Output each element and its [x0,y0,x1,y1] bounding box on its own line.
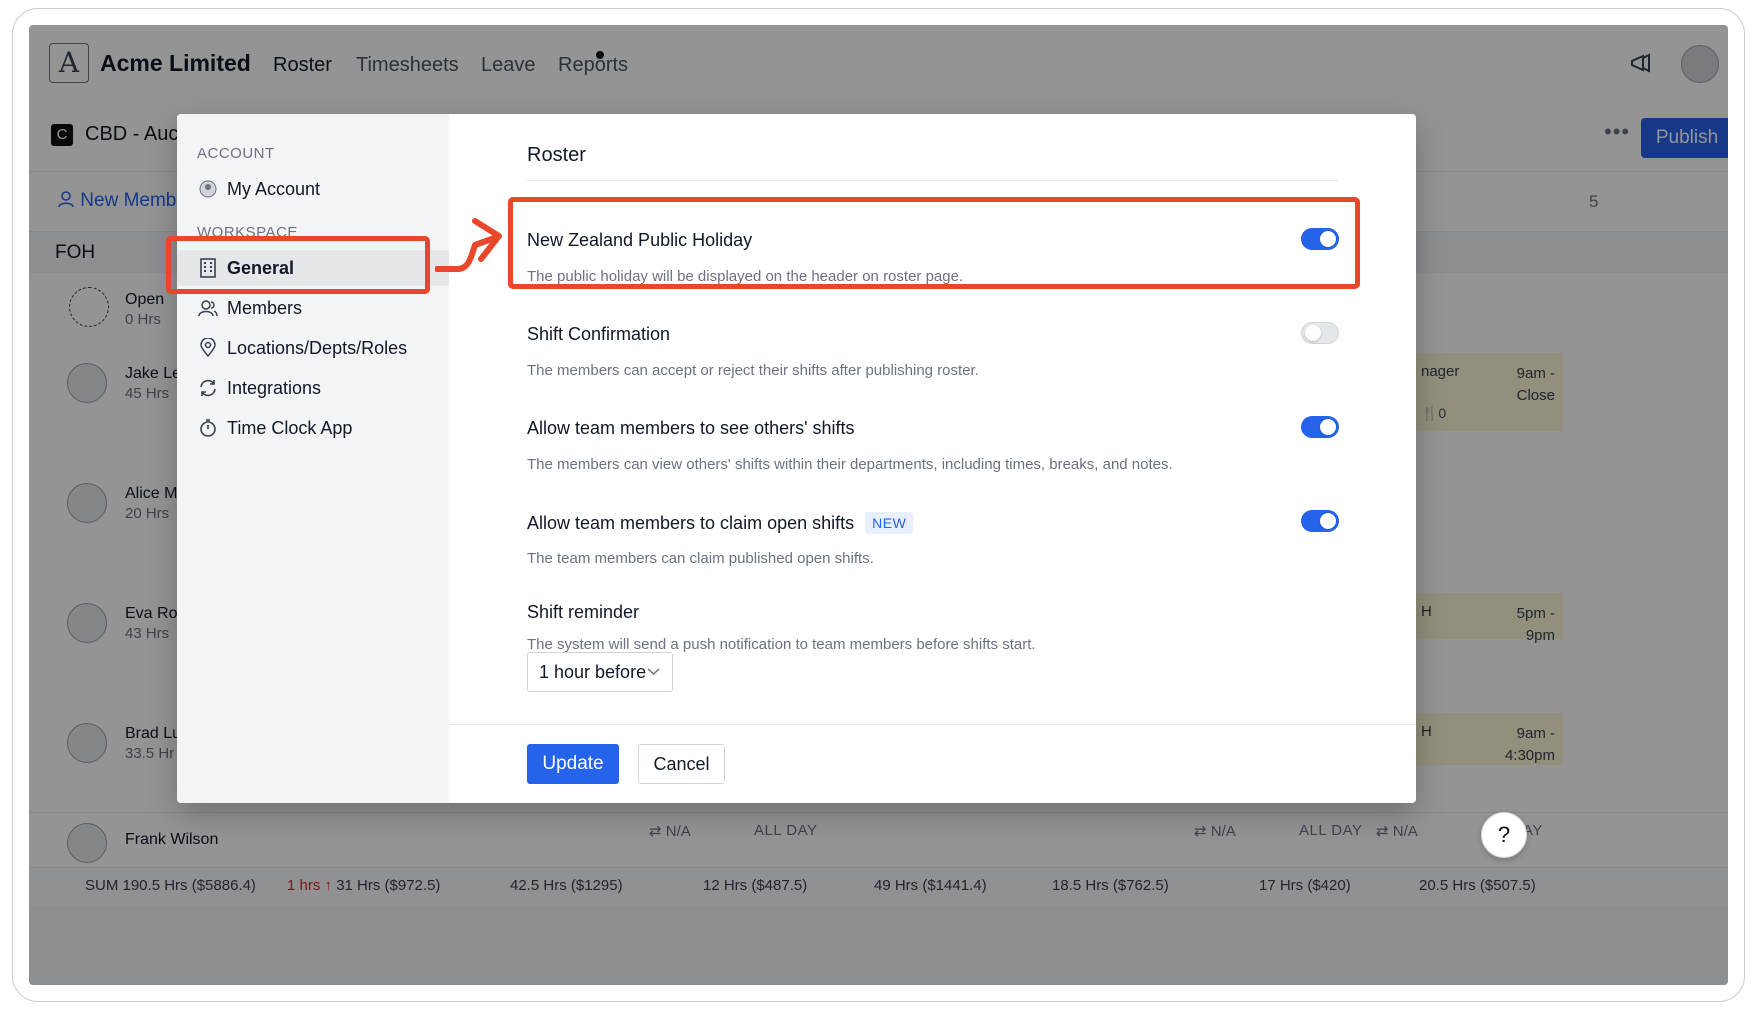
annotation-arrow-icon [435,218,502,272]
sidebar-item-integrations[interactable]: Integrations [197,370,321,406]
sidebar-item-label: Members [227,297,303,318]
sidebar-item-members[interactable]: Members [197,290,302,326]
sidebar-item-label: General [227,257,295,278]
select-value: 1 hour before [539,662,647,682]
sync-icon [197,377,219,399]
update-button[interactable]: Update [527,744,619,784]
sidebar-item-label: Locations/Depts/Roles [227,337,408,358]
public-holiday-toggle[interactable] [1301,228,1339,250]
location-pin-icon [197,337,219,359]
cancel-button[interactable]: Cancel [638,744,725,784]
sidebar-item-time-clock[interactable]: Time Clock App [197,410,352,446]
settings-content: Roster New Zealand Public Holiday The pu… [449,114,1416,803]
setting-title: Shift reminder [527,602,640,622]
divider [527,180,1339,181]
page-title: Roster [527,144,586,166]
avatar-icon [197,178,219,200]
sidebar-item-label: Time Clock App [227,417,353,438]
shift-reminder-select[interactable]: 1 hour before [527,652,673,692]
setting-title-text: Allow team members to claim open shifts [527,512,855,533]
setting-title: Allow team members to claim open shifts … [527,512,914,534]
setting-title: Shift Confirmation [527,324,671,344]
settings-sidebar: ACCOUNT My Account WORKSPACE General Mem… [177,114,449,803]
chevron-down-icon [647,653,660,706]
shift-confirmation-toggle[interactable] [1301,322,1339,344]
divider [449,724,1416,725]
sidebar-item-locations[interactable]: Locations/Depts/Roles [197,330,407,366]
sidebar-item-label: My Account [227,178,321,199]
setting-description: The public holiday will be displayed on … [527,268,964,285]
setting-description: The members can view others' shifts with… [527,456,1173,473]
setting-description: The team members can claim published ope… [527,550,874,567]
new-badge: NEW [865,512,914,534]
settings-modal: ACCOUNT My Account WORKSPACE General Mem… [177,114,1416,803]
building-icon [197,257,219,279]
workspace-heading: WORKSPACE [197,224,298,241]
see-others-shifts-toggle[interactable] [1301,416,1339,438]
setting-title: New Zealand Public Holiday [527,230,753,250]
setting-description: The system will send a push notification… [527,636,1036,653]
app: A Acme Limited Roster Timesheets Leave R… [29,25,1728,985]
stopwatch-icon [197,417,219,439]
users-icon [197,297,219,319]
setting-description: The members can accept or reject their s… [527,362,979,379]
window-frame: A Acme Limited Roster Timesheets Leave R… [12,8,1745,1002]
help-button[interactable]: ? [1481,812,1527,858]
sidebar-item-general[interactable]: General [177,250,449,286]
account-heading: ACCOUNT [197,145,275,162]
setting-title: Allow team members to see others' shifts [527,418,855,438]
claim-open-shifts-toggle[interactable] [1301,510,1339,532]
sidebar-item-label: Integrations [227,377,322,398]
sidebar-item-my-account[interactable]: My Account [197,171,320,207]
